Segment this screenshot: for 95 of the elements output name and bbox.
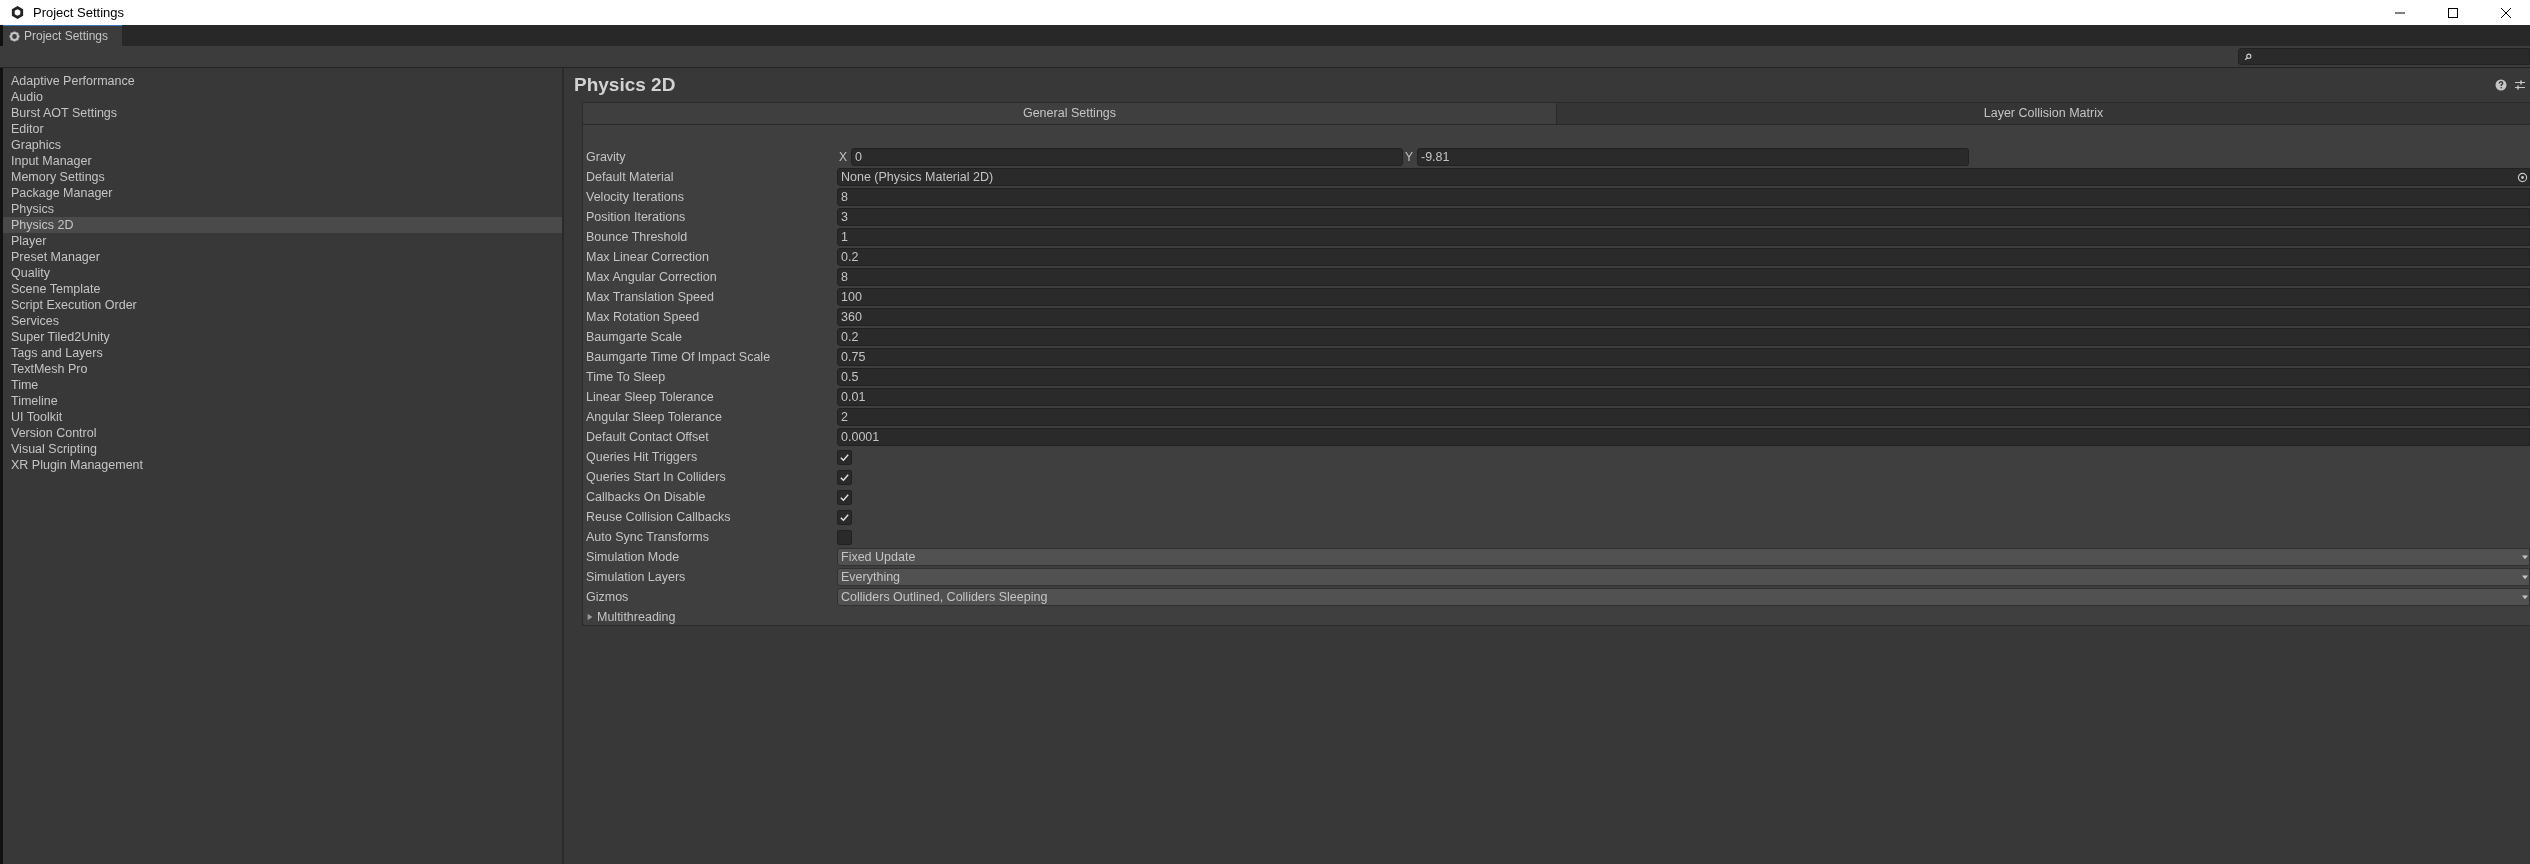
checkbox[interactable] — [837, 529, 852, 545]
sidebar-item[interactable]: Visual Scripting — [3, 441, 562, 457]
axis-label: X — [838, 150, 848, 164]
field-label: Velocity Iterations — [586, 190, 685, 204]
number-field[interactable]: 0.75 — [837, 348, 2530, 366]
field-label: Gravity — [586, 150, 627, 164]
field-label: Position Iterations — [586, 210, 687, 224]
caret-icon — [2521, 594, 2529, 600]
foldout[interactable]: Multithreading — [586, 610, 676, 624]
sidebar-item[interactable]: Super Tiled2Unity — [3, 329, 562, 345]
sidebar-item[interactable]: Physics 2D — [3, 217, 562, 233]
field-label: Gizmos — [586, 590, 630, 604]
search-icon — [2244, 52, 2252, 61]
field-label: Max Translation Speed — [586, 290, 715, 304]
number-field[interactable]: 360 — [837, 308, 2530, 326]
object-picker-icon[interactable] — [2517, 171, 2528, 183]
axis-label: Y — [1404, 150, 1414, 164]
number-field[interactable]: 0.2 — [837, 328, 2530, 346]
caret-icon — [2521, 574, 2529, 580]
number-field[interactable]: 0.2 — [837, 248, 2530, 266]
number-field[interactable]: 1 — [837, 228, 2530, 246]
sidebar-item[interactable]: Memory Settings — [3, 169, 562, 185]
sidebar-item[interactable]: Services — [3, 313, 562, 329]
number-field[interactable]: 2 — [837, 408, 2530, 426]
field-label: Queries Start In Colliders — [586, 470, 727, 484]
sidebar-item[interactable]: Adaptive Performance — [3, 73, 562, 89]
dropdown[interactable]: Everything — [837, 568, 2530, 586]
sidebar-item[interactable]: Graphics — [3, 137, 562, 153]
number-field[interactable]: 3 — [837, 208, 2530, 226]
sliders-icon[interactable] — [2514, 79, 2526, 91]
close-icon[interactable] — [2500, 6, 2512, 19]
field-label: Simulation Mode — [586, 550, 681, 564]
number-field[interactable]: 100 — [837, 288, 2530, 306]
checkbox[interactable] — [837, 489, 852, 505]
sidebar-item[interactable]: TextMesh Pro — [3, 361, 562, 377]
field-label: Default Contact Offset — [586, 430, 710, 444]
number-field[interactable]: 0.5 — [837, 368, 2530, 386]
object-field[interactable]: None (Physics Material 2D) — [837, 168, 2530, 186]
checkbox[interactable] — [837, 469, 852, 485]
field-label: Baumgarte Scale — [586, 330, 683, 344]
gear-icon — [9, 30, 20, 42]
window-title: Project Settings — [33, 5, 125, 20]
checkmark-icon — [839, 491, 850, 503]
caret-icon — [2521, 554, 2529, 560]
sidebar-item[interactable]: Input Manager — [3, 153, 562, 169]
checkmark-icon — [839, 511, 850, 523]
dropdown[interactable]: Colliders Outlined, Colliders Sleeping — [837, 588, 2530, 606]
field-label: Bounce Threshold — [586, 230, 689, 244]
sidebar-item[interactable]: Quality — [3, 265, 562, 281]
field-label: Default Material — [586, 170, 675, 184]
field-label: Max Linear Correction — [586, 250, 710, 264]
sidebar-item[interactable]: Physics — [3, 201, 562, 217]
field-label: Linear Sleep Tolerance — [586, 390, 715, 404]
sidebar-item[interactable]: Version Control — [3, 425, 562, 441]
sidebar-item[interactable]: Scene Template — [3, 281, 562, 297]
number-field[interactable]: 8 — [837, 188, 2530, 206]
field-label: Max Angular Correction — [586, 270, 718, 284]
field-label: Baumgarte Time Of Impact Scale — [586, 350, 772, 364]
field-label: Angular Sleep Tolerance — [586, 410, 723, 424]
checkmark-icon — [839, 471, 850, 483]
checkmark-icon — [839, 451, 850, 463]
sidebar-item[interactable]: Timeline — [3, 393, 562, 409]
field-label: Max Rotation Speed — [586, 310, 701, 324]
number-field[interactable]: 0 — [851, 148, 1403, 166]
search-field[interactable] — [2238, 48, 2530, 65]
sidebar-item[interactable]: Preset Manager — [3, 249, 562, 265]
field-label: Reuse Collision Callbacks — [586, 510, 732, 524]
maximize-icon[interactable] — [2447, 6, 2459, 19]
number-field[interactable]: -9.81 — [1417, 148, 1969, 166]
help-icon[interactable] — [2495, 79, 2507, 91]
sidebar-item[interactable]: Package Manager — [3, 185, 562, 201]
checkbox[interactable] — [837, 449, 852, 465]
sidebar-item[interactable]: UI Toolkit — [3, 409, 562, 425]
checkbox[interactable] — [837, 509, 852, 525]
sidebar-item[interactable]: Time — [3, 377, 562, 393]
sidebar-item[interactable]: Burst AOT Settings — [3, 105, 562, 121]
dropdown[interactable]: Fixed Update — [837, 548, 2530, 566]
sidebar-item[interactable]: Player — [3, 233, 562, 249]
field-label: Callbacks On Disable — [586, 490, 707, 504]
section-tab[interactable]: Layer Collision Matrix — [1556, 103, 2530, 124]
sidebar-item[interactable]: XR Plugin Management — [3, 457, 562, 473]
window-tab[interactable]: Project Settings — [3, 25, 123, 46]
panel-title: Physics 2D — [574, 74, 676, 96]
triangle-icon — [586, 613, 594, 621]
number-field[interactable]: 0.01 — [837, 388, 2530, 406]
sidebar-item[interactable]: Script Execution Order — [3, 297, 562, 313]
field-label: Simulation Layers — [586, 570, 687, 584]
field-label: Auto Sync Transforms — [586, 530, 710, 544]
sidebar-item[interactable]: Tags and Layers — [3, 345, 562, 361]
sidebar-item[interactable]: Audio — [3, 89, 562, 105]
sidebar-item[interactable]: Editor — [3, 121, 562, 137]
field-label: Queries Hit Triggers — [586, 450, 699, 464]
number-field[interactable]: 0.0001 — [837, 428, 2530, 446]
number-field[interactable]: 8 — [837, 268, 2530, 286]
field-label: Time To Sleep — [586, 370, 667, 384]
